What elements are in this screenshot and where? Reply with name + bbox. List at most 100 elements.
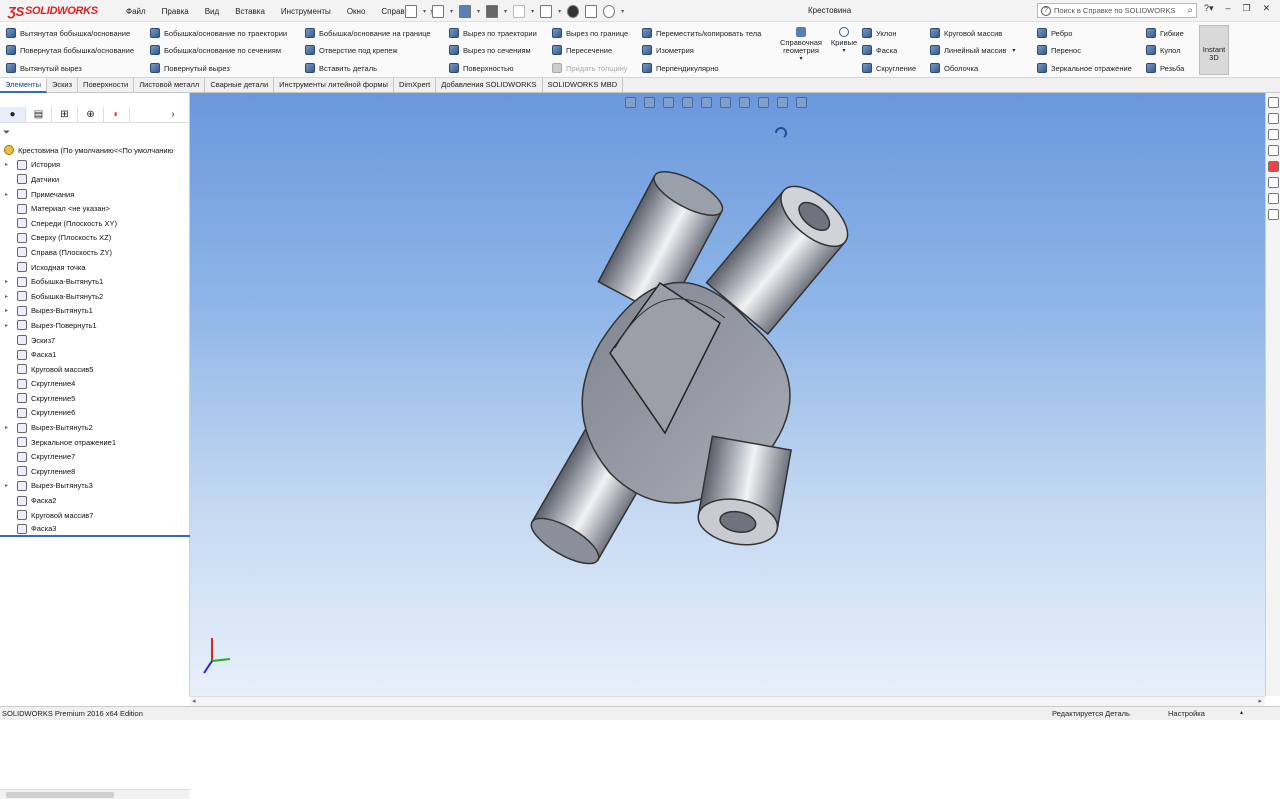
move-copy-bodies-button[interactable]: Переместить/копировать тела xyxy=(642,28,761,38)
edit-appearance-icon[interactable] xyxy=(758,97,769,108)
rebuild-icon[interactable] xyxy=(567,4,580,18)
tab-surfaces[interactable]: Поверхности xyxy=(78,78,135,93)
open-icon[interactable] xyxy=(432,4,445,18)
boundary-boss-button[interactable]: Бобышка/основание на границе xyxy=(305,28,431,38)
expand-arrow-icon[interactable]: ▸ xyxy=(5,424,8,431)
tab-sheet-metal[interactable]: Листовой металл xyxy=(134,78,206,93)
circular-pattern-button[interactable]: Круговой массив xyxy=(930,28,1002,38)
expand-arrow-icon[interactable]: ▸ xyxy=(5,293,8,300)
zoom-to-fit-icon[interactable] xyxy=(625,97,636,108)
scroll-left-icon[interactable]: ◂ xyxy=(192,697,196,705)
property-manager-tab-icon[interactable]: ▤ xyxy=(26,106,52,122)
revolved-cut-button[interactable]: Повернутый вырез xyxy=(150,63,230,73)
viewport-bottom-scrollbar[interactable]: ◂ ▸ xyxy=(190,696,1265,706)
boundary-cut-button[interactable]: Вырез по границе xyxy=(552,28,628,38)
tab-mold-tools[interactable]: Инструменты литейной формы xyxy=(274,78,394,93)
scroll-right-icon[interactable]: ▸ xyxy=(1258,697,1262,705)
design-library-icon[interactable] xyxy=(1268,113,1279,124)
zoom-to-area-icon[interactable] xyxy=(644,97,655,108)
close-icon[interactable]: ✕ xyxy=(1263,3,1271,14)
tree-item[interactable]: Зеркальное отражение1 xyxy=(0,435,190,450)
isometric-button[interactable]: Изометрия xyxy=(642,45,694,55)
tree-item[interactable]: Материал <не указан> xyxy=(0,201,190,216)
new-icon[interactable] xyxy=(405,4,417,18)
thread-button[interactable]: Резьба xyxy=(1146,63,1184,73)
tree-item[interactable]: Сверху (Плоскость XZ) xyxy=(0,231,190,246)
graphics-area[interactable] xyxy=(190,93,1265,696)
section-view-icon[interactable] xyxy=(682,97,693,108)
view-orientation-icon[interactable] xyxy=(701,97,712,108)
reference-geometry-button[interactable]: Справочная геометрия ▾ xyxy=(776,27,826,63)
tab-weldments[interactable]: Сварные детали xyxy=(205,78,275,93)
tree-item[interactable]: Скругление8 xyxy=(0,464,190,479)
menu-edit[interactable]: Правка xyxy=(154,7,197,16)
save-icon[interactable] xyxy=(459,4,472,18)
restore-icon[interactable]: ❐ xyxy=(1243,3,1251,14)
tree-item[interactable]: Скругление5 xyxy=(0,391,190,406)
resources-home-icon[interactable] xyxy=(1268,97,1279,108)
tree-item[interactable]: ▸ Бобышка-Вытянуть1 xyxy=(0,274,190,289)
tree-item[interactable]: Круговой массив7 xyxy=(0,508,190,523)
tab-dimxpert[interactable]: DimXpert xyxy=(394,78,437,93)
tree-item[interactable]: Справа (Плоскость ZY) xyxy=(0,245,190,260)
scrollbar-thumb[interactable] xyxy=(6,792,114,798)
display-style-icon[interactable] xyxy=(720,97,731,108)
file-properties-icon[interactable] xyxy=(585,4,598,18)
flex-button[interactable]: Гибкие xyxy=(1146,28,1184,38)
draft-button[interactable]: Уклон xyxy=(862,28,897,38)
menu-file[interactable]: Файл xyxy=(118,7,154,16)
display-manager-tab-icon[interactable]: ◐ xyxy=(104,106,130,122)
tree-item[interactable]: ▸ Вырез-Повернуть1 xyxy=(0,318,190,333)
tree-item[interactable]: ▸ История xyxy=(0,158,190,173)
tree-item[interactable]: ▸ Вырез-Вытянуть2 xyxy=(0,420,190,435)
expand-arrow-icon[interactable]: ▸ xyxy=(5,278,8,285)
tab-sketch[interactable]: Эскиз xyxy=(47,78,79,93)
units-dropdown-icon[interactable]: ▴ xyxy=(1240,707,1243,720)
hole-wizard-button[interactable]: Отверстие под крепеж xyxy=(305,45,397,55)
undo-icon[interactable] xyxy=(513,4,526,18)
instant3d-button[interactable]: Instant 3D xyxy=(1199,25,1229,75)
previous-view-icon[interactable] xyxy=(663,97,674,108)
curves-button[interactable]: Кривые ▾ xyxy=(828,27,860,55)
lofted-boss-button[interactable]: Бобышка/основание по сечениям xyxy=(150,45,281,55)
normal-to-button[interactable]: Перпендикулярно xyxy=(642,63,719,73)
tree-item[interactable]: Скругление4 xyxy=(0,377,190,392)
hide-show-items-icon[interactable] xyxy=(739,97,750,108)
rib-button[interactable]: Ребро xyxy=(1037,28,1072,38)
chamfer-button[interactable]: Фаска xyxy=(862,45,897,55)
shell-button[interactable]: Оболочка xyxy=(930,63,978,73)
solidworks-forum-icon[interactable] xyxy=(1268,193,1279,204)
view-palette-icon[interactable] xyxy=(1268,145,1279,156)
thicken-button[interactable]: Придать толщину xyxy=(552,63,628,73)
lofted-cut-button[interactable]: Вырез по сечениям xyxy=(449,45,531,55)
tree-item[interactable]: ▸ Вырез-Вытянуть1 xyxy=(0,304,190,319)
menu-tools[interactable]: Инструменты xyxy=(273,7,339,16)
options-gear-icon[interactable] xyxy=(603,4,616,18)
expand-arrow-icon[interactable]: ▸ xyxy=(5,161,8,168)
extruded-boss-button[interactable]: Вытянутая бобышка/основание xyxy=(6,28,130,38)
appearances-icon[interactable] xyxy=(1268,161,1279,172)
wrap-button[interactable]: Перенос xyxy=(1037,45,1081,55)
apply-scene-icon[interactable] xyxy=(777,97,788,108)
solidworks-logo[interactable]: ƷS SOLIDWORKS xyxy=(8,3,98,19)
expand-arrow-icon[interactable]: ▸ xyxy=(5,322,8,329)
surface-cut-button[interactable]: Поверхностью xyxy=(449,63,514,73)
view-settings-icon[interactable] xyxy=(796,97,807,108)
minimize-icon[interactable]: – xyxy=(1226,3,1231,14)
filter-icon[interactable]: ⏷ xyxy=(3,127,10,138)
configuration-manager-tab-icon[interactable]: ⊞ xyxy=(52,106,78,122)
tree-item[interactable]: ▸ Вырез-Вытянуть3 xyxy=(0,479,190,494)
print-icon[interactable] xyxy=(486,4,499,18)
tree-item[interactable]: Скругление7 xyxy=(0,449,190,464)
file-explorer-icon[interactable] xyxy=(1268,129,1279,140)
status-units-custom[interactable]: Настройка xyxy=(1168,707,1205,720)
tab-addins[interactable]: Добавления SOLIDWORKS xyxy=(436,78,543,93)
select-icon[interactable] xyxy=(540,4,553,18)
tree-horizontal-scrollbar[interactable] xyxy=(0,789,190,799)
tree-item[interactable]: Скругление6 xyxy=(0,406,190,421)
tree-item[interactable]: Датчики xyxy=(0,172,190,187)
expand-arrow-icon[interactable]: ▸ xyxy=(5,191,8,198)
tree-item[interactable]: Эскиз7 xyxy=(0,333,190,348)
tree-root-part[interactable]: Крестовина (По умолчанию<<По умолчанию xyxy=(0,143,190,158)
menu-window[interactable]: Окно xyxy=(339,7,374,16)
